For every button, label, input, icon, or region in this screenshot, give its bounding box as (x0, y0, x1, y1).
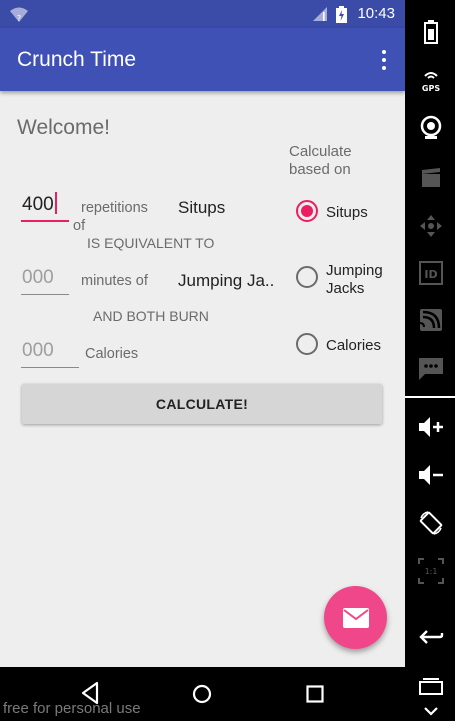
calories-value: 000 (22, 340, 54, 361)
radio-calories-circle (296, 333, 318, 355)
email-icon (342, 607, 369, 628)
calculate-button[interactable]: CALCULATE! (22, 384, 382, 424)
nav-home-icon[interactable] (192, 684, 212, 704)
svg-text:ID: ID (424, 268, 437, 281)
repetitions-label: repetitions (81, 200, 148, 216)
battery-icon[interactable] (418, 19, 444, 45)
signal-icon (313, 7, 327, 21)
radio-situps-circle (296, 200, 318, 222)
status-time: 10:43 (357, 5, 395, 22)
radio-situps[interactable]: Situps (296, 200, 401, 222)
calories-label: Calories (85, 346, 139, 362)
overflow-menu-icon[interactable] (377, 48, 391, 72)
calories-input[interactable]: 000 (21, 338, 79, 368)
rotate-icon[interactable] (418, 510, 444, 536)
radio-jumping-jacks-label: Jumping Jacks (326, 262, 383, 297)
scale-icon[interactable]: 1:1 (418, 558, 444, 584)
svg-text:1:1: 1:1 (425, 567, 438, 576)
back-icon[interactable] (418, 624, 444, 650)
radio-calories[interactable]: Calories (296, 333, 401, 355)
wifi-icon: ? (10, 7, 28, 23)
phone-screen: ? 10:43 Crunch Time Welcome! Calculate b… (0, 0, 405, 721)
radio-situps-label: Situps (326, 204, 368, 221)
svg-text:?: ? (17, 14, 21, 23)
exercise2-spinner[interactable]: Jumping Ja.. (178, 271, 274, 291)
app-title: Crunch Time (17, 48, 137, 71)
minutes-input[interactable]: 000 (21, 265, 69, 295)
status-bar: ? 10:43 (0, 0, 405, 28)
text-cursor (54, 191, 57, 214)
battery-charging-icon (336, 6, 347, 23)
minutes-value: 000 (22, 267, 54, 288)
radio-jumping-jacks-circle (296, 266, 318, 288)
nav-recents-icon[interactable] (306, 685, 324, 703)
both-burn-label: AND BOTH BURN (93, 308, 209, 324)
radio-jumping-jacks[interactable]: Jumping Jacks (296, 262, 401, 298)
svg-text:GPS: GPS (422, 84, 440, 93)
repetitions-value: 400 (22, 194, 54, 215)
recents-icon[interactable] (418, 673, 444, 699)
gps-icon[interactable]: GPS (418, 67, 444, 93)
volume-down-icon[interactable] (418, 462, 444, 488)
id-icon[interactable]: ID (418, 260, 444, 286)
app-bar: Crunch Time (0, 28, 405, 91)
sidebar-divider (405, 396, 455, 398)
repetitions-input[interactable]: 400 (21, 191, 69, 222)
watermark-text: free for personal use (3, 700, 141, 717)
sms-icon[interactable] (418, 356, 444, 382)
video-icon[interactable] (418, 165, 444, 191)
exercise1-spinner[interactable]: Situps (178, 198, 225, 218)
emulator-sidebar: GPS ID 1:1 (405, 0, 455, 721)
welcome-text: Welcome! (17, 116, 110, 139)
equivalent-label: IS EQUIVALENT TO (87, 235, 215, 251)
calculate-based-on-heading: Calculate based on (289, 143, 352, 178)
minutes-label: minutes of (81, 273, 148, 289)
move-icon[interactable] (418, 213, 444, 239)
volume-up-icon[interactable] (418, 414, 444, 440)
radio-calories-label: Calories (326, 337, 382, 354)
cast-icon[interactable] (418, 307, 444, 333)
of-label: of (73, 218, 86, 234)
camera-icon[interactable] (418, 115, 444, 141)
email-fab[interactable] (324, 586, 387, 649)
chevron-down-icon[interactable] (418, 702, 444, 720)
